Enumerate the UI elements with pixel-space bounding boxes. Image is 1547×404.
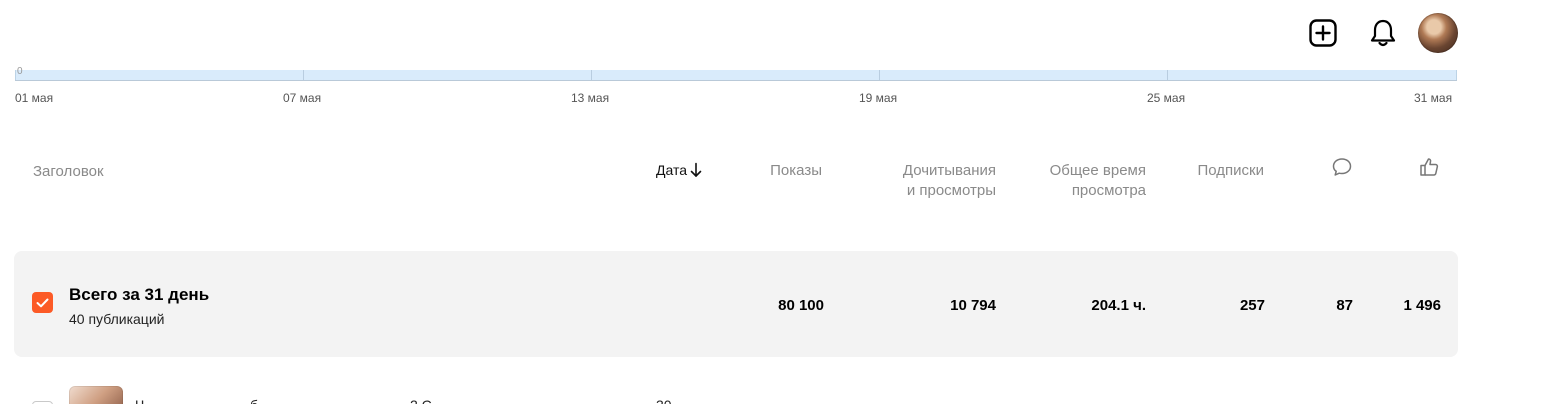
column-header-reads[interactable]: Дочитывания и просмотры [866, 161, 996, 201]
date-tick: 07 мая [283, 91, 322, 105]
date-tick: 19 мая [859, 91, 898, 105]
chart-baseline [15, 80, 1457, 81]
column-header-date[interactable]: Дата [656, 160, 702, 180]
column-header-subscriptions[interactable]: Подписки [1170, 161, 1265, 181]
summary-reads: 10 794 [950, 297, 996, 314]
publication-date: 30 [656, 397, 672, 404]
summary-comments: 87 [1336, 297, 1353, 314]
analytics-page: 0 01 мая 07 мая 13 мая 19 мая 25 мая 31 … [0, 0, 1547, 404]
date-tick: 31 мая [1414, 91, 1453, 105]
summary-watch-time: 204.1 ч. [1091, 297, 1146, 314]
thumbs-up-icon[interactable] [1418, 156, 1442, 180]
date-tick: 01 мая [15, 91, 54, 105]
column-header-date-label: Дата [656, 162, 688, 178]
plus-square-icon[interactable] [1306, 16, 1340, 50]
publication-title-fragment[interactable]: 2 С [410, 397, 432, 404]
bell-icon[interactable] [1366, 16, 1400, 50]
column-header-title[interactable]: Заголовок [33, 162, 104, 182]
chart-gridline [1167, 70, 1168, 80]
summary-likes: 1 496 [1403, 297, 1441, 314]
column-header-reads-line1: Дочитывания [902, 162, 996, 179]
user-avatar[interactable] [1418, 13, 1458, 53]
date-tick: 25 мая [1147, 91, 1186, 105]
summary-publication-count: 40 публикаций [69, 311, 165, 327]
date-tick: 13 мая [571, 91, 610, 105]
column-header-watch-time-line1: Общее время [1049, 162, 1146, 179]
summary-impressions: 80 100 [778, 297, 824, 314]
column-header-watch-time-line2: просмотра [1071, 182, 1146, 199]
summary-subscriptions: 257 [1239, 297, 1265, 314]
column-header-reads-line2: и просмотры [906, 182, 996, 199]
comment-icon[interactable] [1331, 156, 1355, 180]
summary-title: Всего за 31 день [69, 285, 210, 304]
chart-area [15, 70, 1457, 80]
select-all-checkbox[interactable] [32, 292, 53, 313]
chart-gridline [591, 70, 592, 80]
publication-title-fragment[interactable]: Ч [135, 397, 144, 404]
chart-y-zero-label: 0 [17, 66, 23, 77]
chart-gridline [879, 70, 880, 80]
chart-gridline [303, 70, 304, 80]
column-header-watch-time[interactable]: Общее время просмотра [1016, 161, 1146, 201]
checkmark-icon [36, 298, 49, 307]
arrow-down-icon [690, 162, 702, 177]
publication-title-fragment[interactable]: б [250, 397, 258, 404]
top-actions [1306, 12, 1458, 53]
publication-thumbnail[interactable] [69, 386, 123, 404]
column-header-impressions[interactable]: Показы [742, 161, 822, 181]
